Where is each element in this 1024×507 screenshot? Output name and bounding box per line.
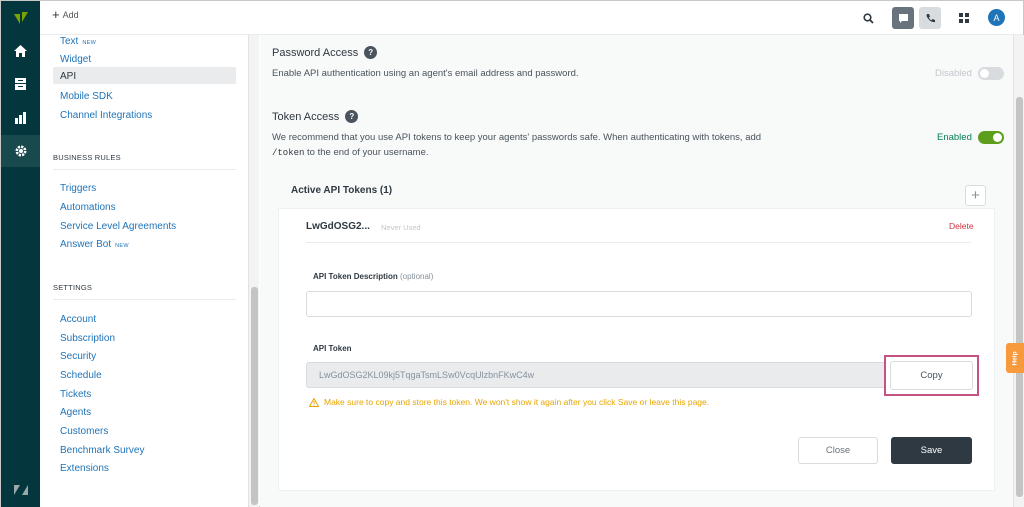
zendesk-logo-icon bbox=[1, 478, 40, 502]
sidebar-item-sla[interactable]: Service Level Agreements bbox=[60, 221, 176, 232]
plus-icon: + bbox=[971, 187, 980, 204]
sidebar-item-label: Answer Bot bbox=[60, 239, 112, 250]
sidebar-scrollbar[interactable] bbox=[248, 35, 259, 507]
sidebar-item-triggers[interactable]: Triggers bbox=[60, 183, 96, 194]
sidebar-item-schedule[interactable]: Schedule bbox=[60, 370, 102, 381]
warning-text: Make sure to copy and store this token. … bbox=[324, 397, 710, 407]
toggle-knob bbox=[992, 133, 1002, 142]
token-access-title: Token Access ? bbox=[272, 110, 359, 123]
sidebar-item-label: Text bbox=[60, 36, 79, 47]
section-title-text: Token Access bbox=[272, 110, 340, 123]
copy-button[interactable]: Copy bbox=[890, 361, 973, 390]
sidebar-item-security[interactable]: Security bbox=[60, 351, 96, 362]
sidebar-item-channel-integrations[interactable]: Channel Integrations bbox=[60, 110, 152, 121]
token-warning: Make sure to copy and store this token. … bbox=[309, 397, 709, 407]
sidebar-item-answer-bot[interactable]: Answer Bot NEW bbox=[60, 239, 129, 250]
new-badge: NEW bbox=[115, 243, 129, 249]
main-scrollbar[interactable] bbox=[1013, 35, 1024, 507]
home-icon[interactable] bbox=[1, 35, 40, 67]
views-icon[interactable] bbox=[1, 68, 40, 100]
active-tokens-title: Active API Tokens (1) bbox=[291, 185, 393, 196]
user-avatar[interactable]: A bbox=[988, 9, 1005, 26]
top-bar: + Add A bbox=[40, 1, 1023, 35]
sidebar-item-text[interactable]: Text NEW bbox=[60, 36, 96, 47]
divider bbox=[53, 299, 236, 300]
password-access-toggle[interactable] bbox=[977, 67, 1004, 80]
plus-icon: + bbox=[52, 7, 60, 22]
business-rules-heading: BUSINESS RULES bbox=[53, 153, 121, 162]
sidebar-item-mobile-sdk[interactable]: Mobile SDK bbox=[60, 91, 113, 102]
field-label-text: API Token Description bbox=[313, 272, 398, 281]
sidebar-item-account[interactable]: Account bbox=[60, 314, 96, 325]
sidebar-item-widget[interactable]: Widget bbox=[60, 54, 91, 65]
sidebar-item-tickets[interactable]: Tickets bbox=[60, 389, 91, 400]
sidebar-item-automations[interactable]: Automations bbox=[60, 202, 116, 213]
close-button[interactable]: Close bbox=[798, 437, 878, 464]
sidebar-item-extensions[interactable]: Extensions bbox=[60, 463, 109, 474]
token-name[interactable]: LwGdOSG2... bbox=[306, 221, 370, 232]
sidebar-item-customers[interactable]: Customers bbox=[60, 426, 108, 437]
product-rail bbox=[1, 1, 40, 507]
sidebar-active-highlight bbox=[53, 67, 236, 84]
delete-token-link[interactable]: Delete bbox=[949, 221, 974, 231]
sidebar-scrollbar-thumb[interactable] bbox=[251, 287, 258, 505]
password-access-title: Password Access ? bbox=[272, 46, 378, 59]
talk-phone-icon[interactable] bbox=[919, 7, 941, 29]
add-button-label: Add bbox=[62, 10, 79, 20]
sidebar-item-benchmark-survey[interactable]: Benchmark Survey bbox=[60, 445, 144, 456]
admin-gear-icon[interactable] bbox=[1, 135, 40, 167]
help-question-icon[interactable]: ? bbox=[345, 110, 359, 123]
token-description-label: API Token Description (optional) bbox=[313, 272, 433, 281]
admin-sidebar: Text NEW Widget API Mobile SDK Channel In… bbox=[40, 35, 248, 507]
api-settings-panel: Password Access ? Enable API authenticat… bbox=[260, 35, 1013, 507]
settings-heading: SETTINGS bbox=[53, 283, 93, 292]
zendesk-support-logo-icon[interactable] bbox=[1, 1, 40, 35]
warning-icon bbox=[309, 397, 319, 407]
add-button[interactable]: + Add bbox=[52, 7, 79, 22]
add-token-button[interactable]: + bbox=[965, 185, 986, 206]
api-token-label: API Token bbox=[313, 344, 352, 353]
main-scrollbar-thumb[interactable] bbox=[1016, 97, 1023, 497]
description-text: We recommend that you use API tokens to … bbox=[272, 132, 762, 143]
new-badge: NEW bbox=[82, 40, 97, 46]
token-suffix-code: /token bbox=[272, 148, 305, 158]
sidebar-item-api[interactable]: API bbox=[60, 71, 76, 82]
divider bbox=[306, 242, 971, 243]
copy-highlight-box: Copy bbox=[884, 355, 979, 396]
token-usage: Never Used bbox=[381, 223, 421, 232]
divider bbox=[53, 169, 236, 170]
save-button[interactable]: Save bbox=[891, 437, 972, 464]
optional-label: (optional) bbox=[400, 272, 434, 281]
token-card: LwGdOSG2... Never Used Delete API Token … bbox=[278, 208, 995, 491]
token-access-status: Enabled bbox=[937, 132, 972, 143]
conversations-icon[interactable] bbox=[892, 7, 914, 29]
help-question-icon[interactable]: ? bbox=[364, 46, 378, 59]
password-access-toggle-group: Disabled bbox=[935, 67, 1004, 80]
apps-grid-icon[interactable] bbox=[953, 7, 975, 29]
help-label: Help bbox=[1011, 350, 1019, 366]
token-access-toggle-group: Enabled bbox=[937, 131, 1004, 144]
password-access-description: Enable API authentication using an agent… bbox=[272, 68, 579, 79]
search-icon[interactable] bbox=[857, 7, 879, 29]
toggle-knob bbox=[979, 69, 989, 78]
password-access-status: Disabled bbox=[935, 68, 972, 79]
description-text: to the end of your username. bbox=[307, 147, 429, 158]
token-access-description: We recommend that you use API tokens to … bbox=[272, 130, 772, 161]
token-description-input[interactable] bbox=[306, 291, 972, 317]
sidebar-item-agents[interactable]: Agents bbox=[60, 407, 91, 418]
help-tab[interactable]: Help bbox=[1006, 343, 1024, 373]
api-token-field[interactable]: LwGdOSG2KL09kj5TqgaTsmLSw0VcqUlzbnFKwC4w bbox=[306, 362, 886, 388]
token-access-toggle[interactable] bbox=[977, 131, 1004, 144]
section-title-text: Password Access bbox=[272, 46, 359, 59]
sidebar-item-subscription[interactable]: Subscription bbox=[60, 333, 115, 344]
reporting-icon[interactable] bbox=[1, 101, 40, 133]
